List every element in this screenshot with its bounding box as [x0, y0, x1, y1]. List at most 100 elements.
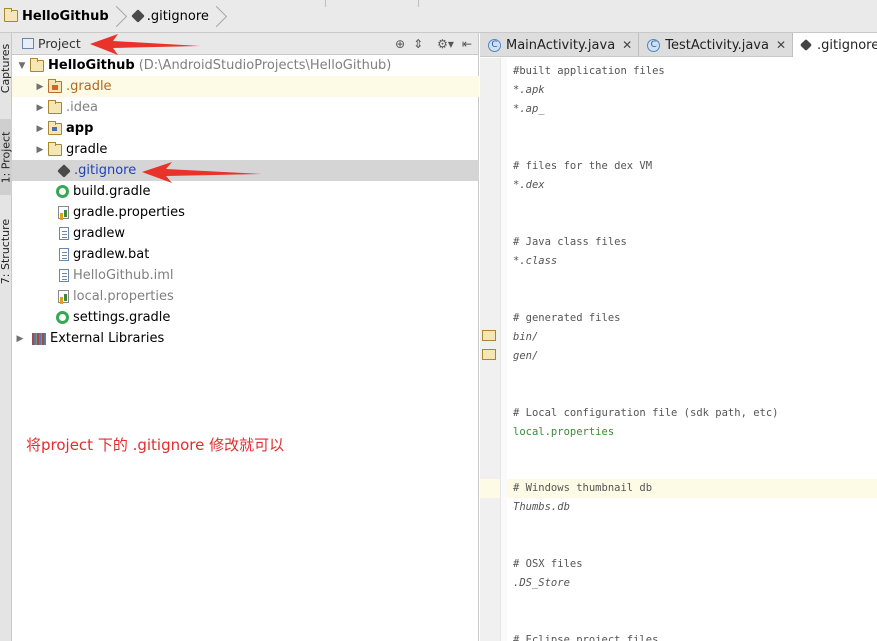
tree-root-path: (D:\AndroidStudioProjects\HelloGithub): [138, 58, 392, 73]
tree-item-label: gradlew.bat: [73, 247, 150, 262]
tree-item-app[interactable]: ▶ app: [12, 118, 479, 139]
tree-item-label: External Libraries: [50, 331, 165, 346]
tree-item-label: local.properties: [73, 289, 174, 304]
settings-gear-icon[interactable]: ⚙▾: [437, 37, 454, 51]
expand-right-icon[interactable]: ▶: [14, 334, 26, 344]
git-icon: [130, 9, 145, 23]
tree-item-label: .gitignore: [74, 163, 137, 178]
expand-down-icon[interactable]: ▼: [16, 61, 28, 71]
tree-item-gitignore[interactable]: .gitignore: [12, 160, 479, 181]
gutter-caret-row: [480, 479, 500, 498]
tree-root-label: HelloGithub: [48, 58, 135, 73]
project-view-icon: [22, 38, 34, 49]
tree-item-gradlew-bat[interactable]: gradlew.bat: [12, 244, 479, 265]
captures-tab-label: Captures: [0, 43, 13, 93]
tree-item-gradle-dir[interactable]: ▶ .gradle: [12, 76, 479, 97]
excluded-folder-icon: [48, 78, 62, 93]
breadcrumb-project-label: HelloGithub: [22, 8, 109, 24]
close-icon[interactable]: ✕: [622, 38, 632, 52]
tab-label: .gitignore: [817, 37, 877, 53]
editor-tabs: C MainActivity.java ✕ C TestActivity.jav…: [480, 33, 877, 57]
properties-file-icon: [58, 290, 69, 303]
code-line: Thumbs.db: [513, 501, 570, 513]
code-line: local.properties: [513, 426, 615, 438]
tree-item-idea[interactable]: ▶ .idea: [12, 97, 479, 118]
folder-icon: [48, 141, 62, 156]
expand-right-icon[interactable]: ▶: [34, 103, 46, 113]
code-line: *.dex: [513, 179, 545, 191]
code-line: #built application files: [513, 65, 665, 77]
project-panel-title: Project: [38, 36, 81, 51]
tree-item-label: HelloGithub.iml: [73, 268, 174, 283]
editor-content[interactable]: #built application files *.apk *.ap_ # f…: [507, 58, 877, 641]
tree-item-settings-gradle[interactable]: settings.gradle: [12, 307, 479, 328]
tree-item-external-libraries[interactable]: ▶ External Libraries: [12, 328, 479, 349]
library-icon: [32, 332, 46, 345]
tab-gitignore[interactable]: .gitignore ✕: [793, 33, 877, 57]
tree-item-label: gradle.properties: [73, 205, 185, 220]
expand-right-icon[interactable]: ▶: [34, 124, 46, 134]
gradle-icon: [56, 311, 69, 324]
tree-item-label: settings.gradle: [73, 310, 171, 325]
scroll-from-source-icon[interactable]: ⊕: [395, 37, 405, 51]
code-line: # Java class files: [513, 236, 627, 248]
breadcrumb-file[interactable]: .gitignore: [127, 0, 227, 33]
tree-item-label: gradle: [66, 142, 108, 157]
tree-item-label: app: [66, 121, 94, 136]
text-file-icon: [59, 227, 69, 240]
tree-item-local-properties[interactable]: local.properties: [12, 286, 479, 307]
tree-item-label: gradlew: [73, 226, 126, 241]
project-tab-label: 1: Project: [0, 131, 13, 183]
close-icon[interactable]: ✕: [776, 38, 786, 52]
code-line: gen/: [513, 350, 539, 362]
folder-marker-icon: [482, 330, 496, 341]
gradle-icon: [56, 185, 69, 198]
tree-item-label: build.gradle: [73, 184, 151, 199]
properties-file-icon: [58, 206, 69, 219]
git-icon: [57, 163, 71, 178]
text-file-icon: [59, 248, 69, 261]
breadcrumb-separator: [213, 0, 223, 33]
expand-right-icon[interactable]: ▶: [34, 145, 46, 155]
tree-item-build-gradle[interactable]: build.gradle: [12, 181, 479, 202]
tab-label: TestActivity.java: [665, 37, 769, 53]
collapse-all-icon[interactable]: ⇕: [413, 37, 423, 51]
code-line: # OSX files: [513, 558, 583, 570]
module-folder-icon: [30, 57, 44, 72]
hide-panel-icon[interactable]: ⇤: [462, 37, 472, 51]
code-line: # Local configuration file (sdk path, et…: [513, 407, 779, 419]
tree-item-gradlew[interactable]: gradlew: [12, 223, 479, 244]
code-line: # generated files: [513, 312, 621, 324]
toolbar-divider: [325, 0, 326, 7]
project-view-selector[interactable]: Project: [20, 36, 81, 51]
fold-column: [500, 58, 507, 641]
tab-test-activity[interactable]: C TestActivity.java ✕: [639, 33, 794, 57]
tab-label: MainActivity.java: [506, 37, 616, 53]
panel-toolbar: ⊕ ⇕ ⚙▾ ⇤: [395, 33, 472, 55]
project-panel: Project ⊕ ⇕ ⚙▾ ⇤ ▼ HelloGithub (D:\Andro…: [12, 33, 479, 641]
folder-icon: [48, 99, 62, 114]
tool-window-strip: Captures 1: Project 7: Structure: [0, 33, 13, 641]
code-line: # Eclipse project files: [513, 634, 659, 641]
annotation-text: 将project 下的 .gitignore 修改就可以: [26, 436, 285, 454]
toolbar-divider: [418, 0, 419, 7]
tree-root[interactable]: ▼ HelloGithub (D:\AndroidStudioProjects\…: [12, 55, 479, 76]
tree-item-gradle-properties[interactable]: gradle.properties: [12, 202, 479, 223]
code-line: .DS_Store: [513, 577, 570, 589]
navigation-bar: HelloGithub .gitignore: [0, 0, 877, 33]
code-line: *.class: [513, 255, 558, 267]
code-line: # files for the dex VM: [513, 160, 653, 172]
expand-right-icon[interactable]: ▶: [34, 82, 46, 92]
class-icon: C: [488, 38, 501, 52]
tab-main-activity[interactable]: C MainActivity.java ✕: [480, 33, 640, 57]
project-panel-header: Project ⊕ ⇕ ⚙▾ ⇤: [12, 33, 478, 55]
tree-item-label: .idea: [66, 100, 98, 115]
folder-icon: [4, 8, 18, 22]
tree-item-gradle[interactable]: ▶ gradle: [12, 139, 479, 160]
git-icon: [800, 38, 813, 52]
breadcrumb-project[interactable]: HelloGithub: [0, 0, 127, 33]
breadcrumb-file-label: .gitignore: [146, 8, 209, 24]
module-folder-icon: [48, 120, 62, 135]
tree-item-iml[interactable]: HelloGithub.iml: [12, 265, 479, 286]
code-line-current: # Windows thumbnail db: [507, 479, 877, 498]
